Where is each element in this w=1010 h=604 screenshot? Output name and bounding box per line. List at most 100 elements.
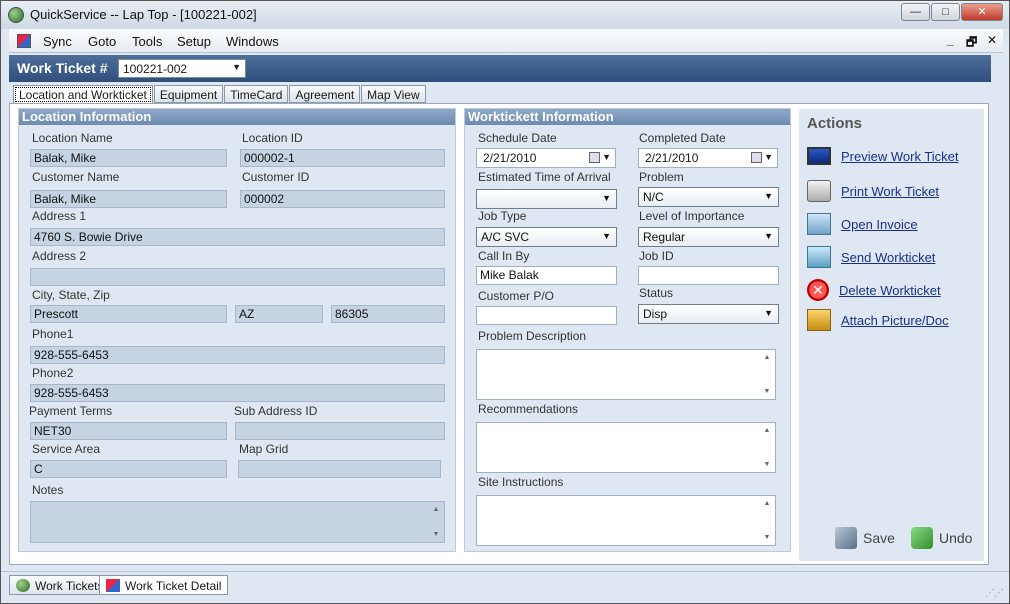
customer-name-label: Customer Name <box>32 170 120 184</box>
title-bar[interactable]: QuickService -- Lap Top - [100221-002] —… <box>1 1 1009 29</box>
problem-dropdown[interactable]: N/C ▼ <box>638 187 779 207</box>
address1-field[interactable]: 4760 S. Bowie Drive <box>30 228 445 246</box>
phone2-field[interactable]: 928-555-6453 <box>30 384 445 402</box>
tab-agreement[interactable]: Agreement <box>289 85 361 103</box>
menu-goto[interactable]: Goto <box>88 34 116 49</box>
customer-po-field[interactable] <box>476 306 617 325</box>
importance-dropdown[interactable]: Regular ▼ <box>638 227 779 247</box>
eta-label: Estimated Time of Arrival <box>478 170 611 184</box>
customer-name-field[interactable]: Balak, Mike <box>30 190 227 208</box>
taskbar-tab-work-ticket-detail[interactable]: Work Ticket Detail <box>99 575 229 595</box>
scroll-down-icon[interactable]: ▼ <box>761 461 773 468</box>
menu-bar: Sync Goto Tools Setup Windows _ 🗗 ✕ <box>9 29 1003 53</box>
scroll-down-icon[interactable]: ▼ <box>430 531 442 538</box>
tab-timecard[interactable]: TimeCard <box>224 85 289 103</box>
address2-field[interactable] <box>30 268 445 286</box>
notes-textarea[interactable]: ▲ ▼ <box>30 501 445 543</box>
address1-label: Address 1 <box>32 209 87 223</box>
importance-value: Regular <box>643 230 686 244</box>
mdi-minimize-button[interactable]: _ <box>947 33 954 47</box>
action-print-work-ticket[interactable]: Print Work Ticket <box>807 180 939 202</box>
eta-dropdown[interactable]: ▼ <box>476 189 617 209</box>
scroll-up-icon[interactable]: ▲ <box>761 354 773 361</box>
recommendations-label: Recommendations <box>478 402 579 416</box>
problem-label: Problem <box>639 170 684 184</box>
close-button[interactable]: ✕ <box>961 3 1003 21</box>
address2-label: Address 2 <box>32 249 87 263</box>
tab-location-and-workticket[interactable]: Location and Workticket <box>13 85 153 104</box>
action-delete-workticket[interactable]: ✕ Delete Workticket <box>807 279 941 301</box>
menu-windows[interactable]: Windows <box>226 34 279 49</box>
maximize-button[interactable]: □ <box>931 3 960 21</box>
mdi-child-icon[interactable] <box>17 34 31 48</box>
call-in-by-field[interactable]: Mike Balak <box>476 266 617 285</box>
menu-tools[interactable]: Tools <box>132 34 162 49</box>
site-instructions-label: Site Instructions <box>478 475 564 489</box>
job-type-dropdown[interactable]: A/C SVC ▼ <box>476 227 617 247</box>
customer-id-field[interactable]: 000002 <box>240 190 445 208</box>
location-name-field[interactable]: Balak, Mike <box>30 149 227 167</box>
attach-picture-doc-link[interactable]: Attach Picture/Doc <box>841 313 949 328</box>
menu-sync[interactable]: Sync <box>43 34 72 49</box>
scroll-down-icon[interactable]: ▼ <box>761 534 773 541</box>
location-id-field[interactable]: 000002-1 <box>240 149 445 167</box>
payment-terms-field[interactable]: NET30 <box>30 422 227 440</box>
service-area-field[interactable]: C <box>30 460 227 478</box>
resize-grip-icon[interactable]: ⋰⋰ <box>985 588 1004 599</box>
job-id-label: Job ID <box>639 249 674 263</box>
print-work-ticket-link[interactable]: Print Work Ticket <box>841 184 939 199</box>
action-open-invoice[interactable]: Open Invoice <box>807 213 918 235</box>
work-ticket-select[interactable]: 100221-002 ▼ <box>118 59 246 78</box>
send-workticket-link[interactable]: Send Workticket <box>841 250 935 265</box>
undo-button[interactable]: Undo <box>911 527 972 549</box>
chevron-down-icon: ▼ <box>764 308 773 318</box>
open-invoice-link[interactable]: Open Invoice <box>841 217 918 232</box>
recommendations-textarea[interactable]: ▲ ▼ <box>476 422 776 473</box>
completed-date-value: 2/21/2010 <box>645 151 699 165</box>
schedule-date-picker[interactable]: 2/21/2010 ▼ <box>476 148 616 168</box>
site-instructions-textarea[interactable]: ▲ ▼ <box>476 495 776 546</box>
completed-date-picker[interactable]: 2/21/2010 ▼ <box>638 148 778 168</box>
minimize-button[interactable]: — <box>901 3 930 21</box>
phone1-label: Phone1 <box>32 327 74 341</box>
preview-work-ticket-link[interactable]: Preview Work Ticket <box>841 149 959 164</box>
city-field[interactable]: Prescott <box>30 305 227 323</box>
save-button[interactable]: Save <box>835 527 895 549</box>
actions-title: Actions <box>807 115 863 132</box>
chevron-down-icon[interactable]: ▼ <box>602 152 611 162</box>
chevron-down-icon[interactable]: ▼ <box>764 152 773 162</box>
mdi-restore-button[interactable]: 🗗 <box>966 33 977 54</box>
scroll-up-icon[interactable]: ▲ <box>761 500 773 507</box>
scroll-up-icon[interactable]: ▲ <box>430 506 442 513</box>
problem-description-textarea[interactable]: ▲ ▼ <box>476 349 776 400</box>
tab-map-view[interactable]: Map View <box>361 85 426 103</box>
action-preview-work-ticket[interactable]: Preview Work Ticket <box>807 147 959 165</box>
app-window: QuickService -- Lap Top - [100221-002] —… <box>0 0 1010 604</box>
chevron-down-icon: ▼ <box>764 191 773 201</box>
recommendations-scrollbar[interactable]: ▲ ▼ <box>761 425 773 470</box>
phone1-field[interactable]: 928-555-6453 <box>30 346 445 364</box>
scroll-up-icon[interactable]: ▲ <box>761 427 773 434</box>
scroll-down-icon[interactable]: ▼ <box>761 388 773 395</box>
zip-field[interactable]: 86305 <box>331 305 445 323</box>
mdi-close-button[interactable]: ✕ <box>987 33 997 47</box>
menu-setup[interactable]: Setup <box>177 34 211 49</box>
calendar-icon[interactable] <box>751 152 762 163</box>
status-dropdown[interactable]: Disp ▼ <box>638 304 779 324</box>
taskbar-tab-work-tickets[interactable]: Work Tickets <box>9 575 111 595</box>
problem-description-scrollbar[interactable]: ▲ ▼ <box>761 352 773 397</box>
notes-scrollbar[interactable]: ▲ ▼ <box>430 504 442 540</box>
state-field[interactable]: AZ <box>235 305 323 323</box>
calendar-icon[interactable] <box>589 152 600 163</box>
delete-workticket-link[interactable]: Delete Workticket <box>839 283 941 298</box>
tab-equipment[interactable]: Equipment <box>153 85 224 103</box>
site-instructions-scrollbar[interactable]: ▲ ▼ <box>761 498 773 543</box>
sub-address-field[interactable] <box>235 422 445 440</box>
undo-label: Undo <box>939 530 973 546</box>
map-grid-field[interactable] <box>238 460 441 478</box>
job-id-field[interactable] <box>638 266 779 285</box>
problem-value: N/C <box>643 190 664 204</box>
monitor-icon <box>807 147 831 165</box>
action-send-workticket[interactable]: Send Workticket <box>807 246 935 268</box>
action-attach-picture-doc[interactable]: Attach Picture/Doc <box>807 309 949 331</box>
